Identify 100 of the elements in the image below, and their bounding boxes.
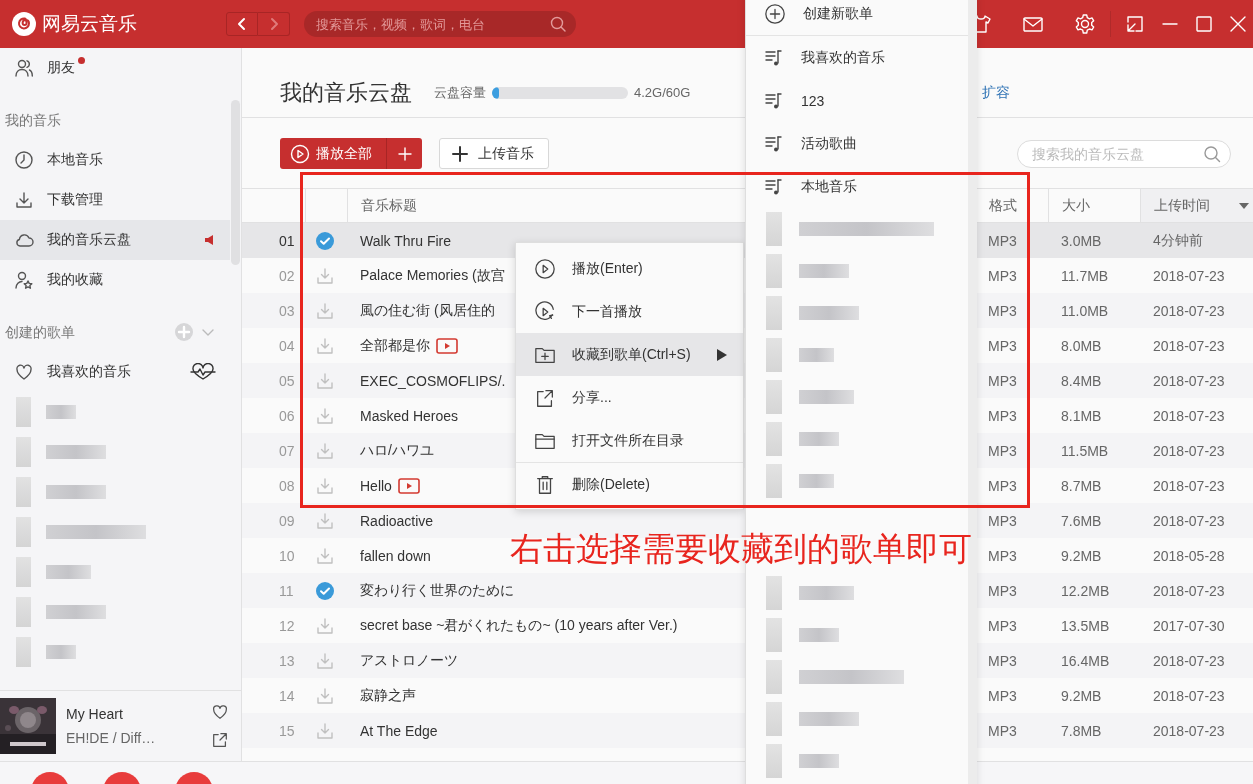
menu-item[interactable]: 打开文件所在目录 [516,419,743,462]
download-icon[interactable] [316,511,334,530]
download-icon[interactable] [316,406,334,425]
table-cell-text: 9.2MB [1060,546,1103,566]
menu-item[interactable]: 本地音乐 [746,165,968,208]
song-title[interactable]: secret base ~君がくれたもの~ (10 years after Ver.) [360,616,678,635]
table-cell-text: 12.2MB [1060,581,1111,601]
row-number: 09 [278,511,296,531]
table-cell-text: 13.5MB [1060,616,1111,636]
search-field[interactable]: 搜索音乐，视频，歌词，电台 [304,11,576,37]
download-icon[interactable] [316,686,334,705]
download-icon[interactable] [316,616,334,635]
close-icon[interactable] [1229,15,1247,33]
upload-button[interactable]: 上传音乐 [439,138,549,169]
settings-icon[interactable] [1074,13,1096,35]
song-title[interactable]: Palace Memories (故宫 [360,266,505,285]
clock-icon [14,150,34,170]
table-cell-text: 16.4MB [1060,651,1111,671]
song-title[interactable]: fallen down [360,547,431,564]
sidebar-item[interactable]: 我的音乐云盘 [0,220,230,260]
row-number: 08 [278,476,296,496]
menu-item[interactable]: 我喜欢的音乐 [746,36,968,79]
menu-item[interactable]: 收藏到歌单(Ctrl+S) [516,333,743,376]
menu-item[interactable]: 播放(Enter) [516,247,743,290]
mini-mode-icon[interactable] [1125,14,1145,34]
download-icon[interactable] [316,546,334,565]
maximize-icon[interactable] [1195,15,1213,33]
table-cell-text: 7.8MB [1060,721,1103,741]
song-title[interactable]: My Heart [66,706,211,722]
table-cell-text: 8.7MB [1060,476,1103,496]
table-cell-text: MP3 [987,301,1018,321]
back-icon [236,17,248,31]
menu-item[interactable]: 创建新歌单 [746,0,968,35]
download-icon[interactable] [316,371,334,390]
search-field[interactable]: 搜索我的音乐云盘 [1017,139,1231,168]
table-cell-text: MP3 [987,336,1018,356]
song-title[interactable]: EXEC_COSMOFLIPS/. [360,372,506,389]
download-icon[interactable] [316,651,334,670]
table-cell-text: MP3 [987,371,1018,391]
column-header[interactable]: 音乐标题 [361,196,417,215]
song-title[interactable]: Walk Thru Fire [360,232,451,249]
video-icon[interactable] [397,477,420,494]
song-title[interactable]: 風の住む街 (风居住的 [360,301,495,320]
row-number: 02 [278,266,296,286]
column-header[interactable]: 格式 [989,196,1017,215]
sidebar-item[interactable]: 我的收藏 [0,260,230,300]
sidebar-item[interactable]: 下载管理 [0,180,230,220]
playlist-icon [764,133,784,154]
song-title[interactable]: 寂静之声 [360,686,416,705]
download-icon[interactable] [316,476,334,495]
song-title[interactable]: 変わり行く世界のために [360,581,514,600]
table-cell-text: 2018-07-23 [1152,266,1226,286]
back-button[interactable] [226,12,258,36]
download-icon[interactable] [316,721,334,740]
plus-icon [397,146,412,161]
song-title[interactable]: Hello [360,477,392,494]
song-title[interactable]: ハロ/ハワユ [360,441,434,460]
table-cell-text: 2018-07-23 [1152,336,1226,356]
heartbeat-icon [190,363,216,381]
sidebar-item[interactable]: 朋友 [0,48,230,88]
menu-item[interactable]: 删除(Delete) [516,463,743,506]
menu-item[interactable]: 123 [746,79,968,122]
play-icon [534,257,556,280]
menu-item[interactable]: 分享... [516,376,743,419]
like-icon[interactable] [211,703,229,721]
share-icon[interactable] [211,731,229,749]
expand-link[interactable]: 扩容 [982,83,1011,102]
table-cell-text: 2018-07-23 [1152,441,1226,461]
row-number: 15 [278,721,296,741]
song-title[interactable]: Masked Heroes [360,407,459,424]
column-header[interactable]: 大小 [1062,196,1090,215]
song-title[interactable]: アストロノーツ [360,651,458,670]
table-cell-text: MP3 [987,721,1018,741]
download-icon[interactable] [316,266,334,285]
sidebar-item[interactable]: 我喜欢的音乐 [0,352,230,392]
download-icon[interactable] [316,301,334,320]
logo-icon [12,12,36,36]
menu-item[interactable]: 下一首播放 [516,290,743,333]
add-icon[interactable] [174,322,194,342]
table-cell-text: 11.0MB [1060,301,1110,321]
table-cell-text: 2018-05-28 [1152,546,1226,566]
song-title[interactable]: At The Edge [360,722,438,739]
song-artist[interactable]: EH!DE / Diff… [66,730,211,746]
song-title[interactable]: 全部都是你 [360,336,430,355]
menu-item[interactable]: 活动歌曲 [746,122,968,165]
section-label: 我的音乐 [5,111,62,130]
download-icon[interactable] [316,336,334,355]
table-cell-text: 3.0MB [1060,231,1103,251]
video-icon[interactable] [436,337,458,354]
download-icon[interactable] [316,441,334,460]
table-cell-text: MP3 [987,266,1018,286]
add-button[interactable] [386,138,422,169]
capacity-label: 云盘容量 [434,83,486,102]
table-cell-text: 2018-07-23 [1152,511,1226,531]
play-all-button[interactable]: 播放全部 [280,138,386,169]
sidebar-item[interactable]: 本地音乐 [0,140,230,180]
user-star-icon [14,270,34,290]
table-cell-text: 11.7MB [1060,266,1110,286]
song-title[interactable]: Radioactive [360,512,434,529]
table-cell-text: 7.6MB [1060,511,1103,531]
